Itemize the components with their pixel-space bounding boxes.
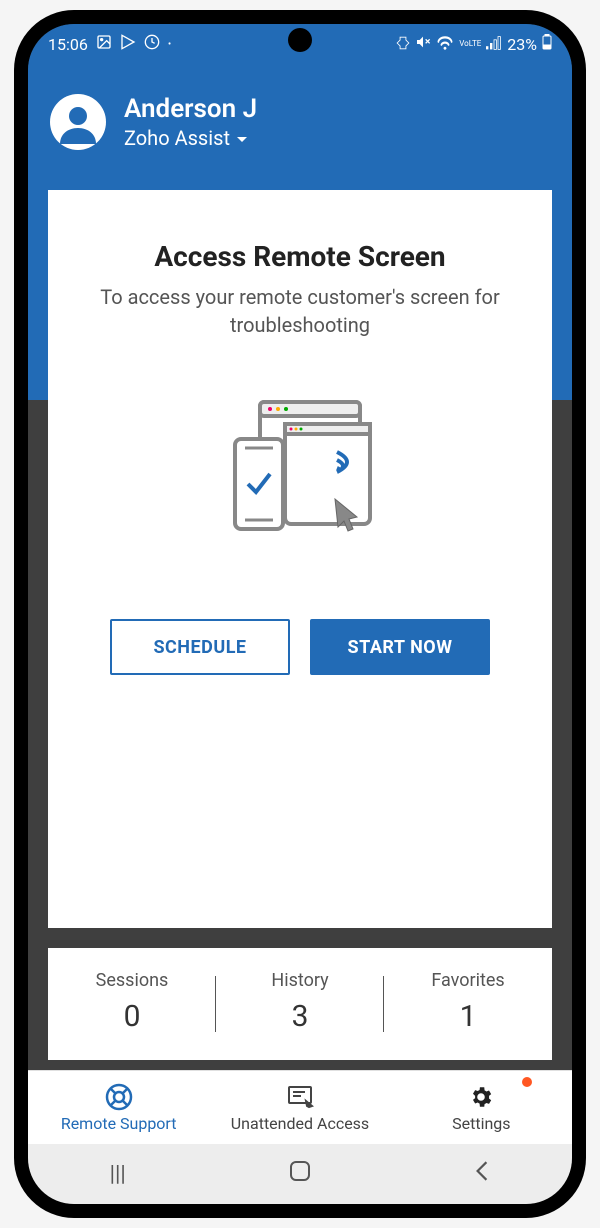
status-time: 15:06 [48, 35, 88, 54]
main-card: Access Remote Screen To access your remo… [48, 190, 552, 928]
camera-hole [288, 28, 312, 52]
user-name: Anderson J [124, 94, 257, 124]
remote-screen-illustration [210, 379, 390, 559]
back-button[interactable] [474, 1160, 490, 1188]
app-header: Anderson J Zoho Assist [28, 64, 572, 190]
stat-value: 3 [216, 999, 384, 1034]
stat-sessions[interactable]: Sessions 0 [48, 948, 216, 1060]
home-button[interactable] [289, 1160, 311, 1188]
chevron-down-icon [236, 126, 248, 150]
phone-frame: 15:06 • [14, 10, 586, 1218]
monitor-icon [285, 1082, 315, 1112]
gear-icon [466, 1082, 496, 1112]
stat-value: 0 [48, 999, 216, 1034]
org-selector[interactable]: Zoho Assist [124, 126, 257, 150]
dot-icon: • [168, 39, 171, 50]
nav-settings[interactable]: Settings [391, 1071, 572, 1144]
system-nav-bar: ||| [28, 1144, 572, 1204]
nav-label: Settings [452, 1114, 510, 1133]
battery-percent: 23% [507, 35, 537, 54]
update-icon [144, 34, 160, 54]
mute-icon [415, 34, 431, 54]
stat-history[interactable]: History 3 [216, 948, 384, 1060]
battery-icon [542, 34, 552, 54]
card-title: Access Remote Screen [154, 240, 445, 273]
card-subtitle: To access your remote customer's screen … [74, 283, 526, 339]
image-icon [96, 34, 112, 54]
notification-dot [522, 1077, 532, 1087]
schedule-button[interactable]: SCHEDULE [110, 619, 290, 675]
nav-remote-support[interactable]: Remote Support [28, 1071, 209, 1144]
start-now-button[interactable]: START NOW [310, 619, 490, 675]
nav-label: Unattended Access [231, 1114, 369, 1133]
life-ring-icon [104, 1082, 134, 1112]
bottom-nav: Remote Support Unattended Access Setting… [28, 1070, 572, 1144]
screen: 15:06 • [28, 24, 572, 1204]
wifi-icon [436, 35, 454, 54]
stat-favorites[interactable]: Favorites 1 [384, 948, 552, 1060]
stat-label: Sessions [48, 970, 216, 991]
play-store-icon [120, 34, 136, 54]
avatar[interactable] [50, 94, 106, 150]
org-name: Zoho Assist [124, 126, 230, 150]
stat-label: History [216, 970, 384, 991]
content-area: Access Remote Screen To access your remo… [28, 190, 572, 928]
signal-icon [486, 35, 502, 54]
stat-label: Favorites [384, 970, 552, 991]
nav-unattended-access[interactable]: Unattended Access [209, 1071, 390, 1144]
battery-saver-icon [396, 35, 410, 54]
stat-value: 1 [384, 999, 552, 1034]
recents-button[interactable]: ||| [110, 1162, 126, 1187]
volte-icon: VoLTE [459, 40, 481, 48]
stats-card: Sessions 0 History 3 Favorites 1 [48, 948, 552, 1060]
nav-label: Remote Support [61, 1114, 177, 1133]
